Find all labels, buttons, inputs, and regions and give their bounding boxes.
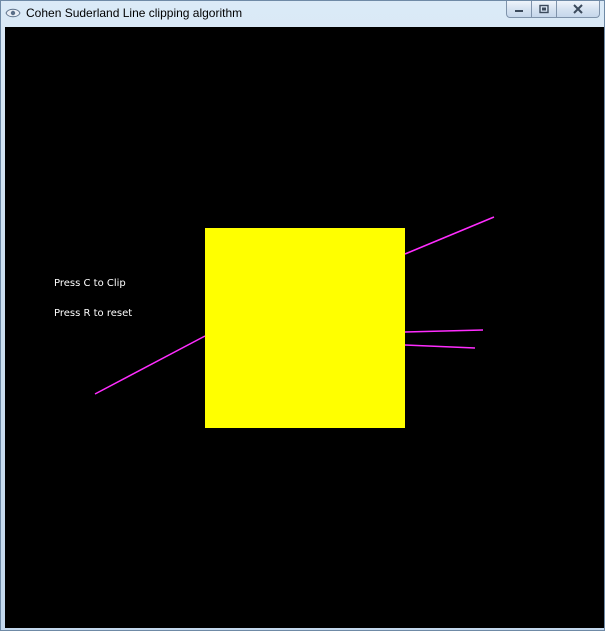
line-segment: [404, 216, 495, 255]
reset-instruction: Press R to reset: [54, 308, 133, 319]
minimize-button[interactable]: [506, 1, 532, 18]
window-title: Cohen Suderland Line clipping algorithm: [26, 6, 243, 20]
close-button[interactable]: [556, 1, 600, 18]
close-icon: [573, 4, 583, 14]
line-segment: [404, 344, 476, 349]
drawing-canvas[interactable]: Press C to Clip Press R to reset: [5, 27, 604, 628]
window-controls: [506, 1, 600, 19]
line-segment: [404, 329, 484, 333]
clip-window: [205, 228, 405, 428]
line-segment: [94, 335, 206, 395]
scene: [94, 216, 495, 428]
restore-icon: [539, 4, 549, 14]
app-icon: [5, 8, 21, 18]
restore-button[interactable]: [531, 1, 557, 18]
minimize-icon: [515, 10, 523, 12]
app-window: Cohen Suderland Line clipping algorithm: [0, 0, 605, 631]
title-bar[interactable]: Cohen Suderland Line clipping algorithm: [1, 1, 604, 27]
clip-instruction: Press C to Clip: [54, 278, 126, 289]
